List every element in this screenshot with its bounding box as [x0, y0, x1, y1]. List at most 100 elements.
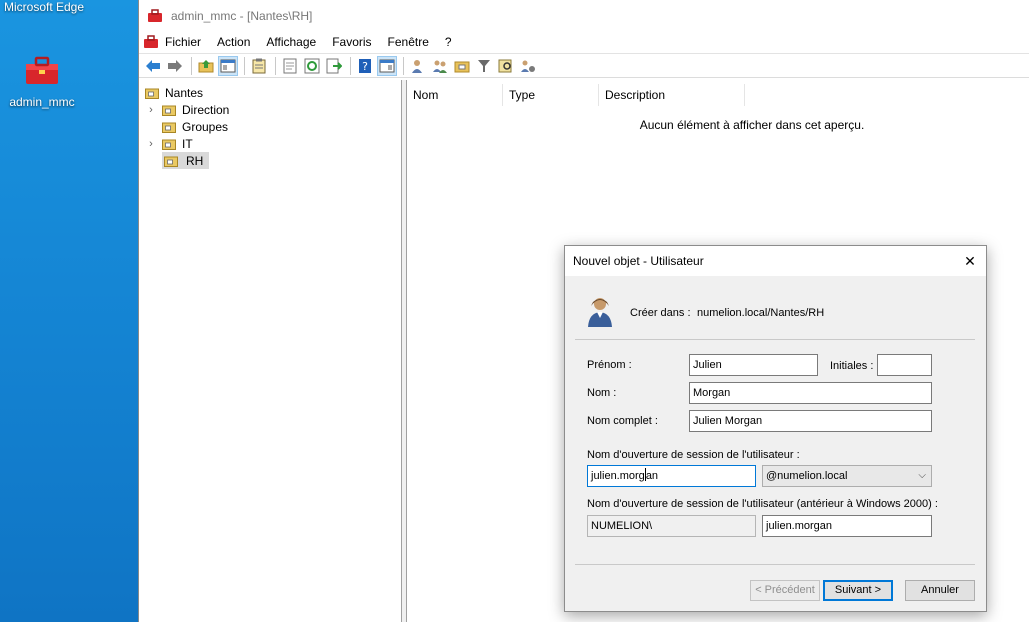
- help-button[interactable]: ?: [355, 56, 375, 76]
- toolbox-icon[interactable]: [143, 34, 159, 50]
- previous-button[interactable]: < Précédent: [750, 580, 820, 601]
- tree-item-rh[interactable]: RH: [162, 152, 210, 169]
- tree-item-nantes[interactable]: Nantes: [145, 84, 203, 101]
- lastname-input[interactable]: Morgan: [689, 382, 932, 404]
- next-button[interactable]: Suivant >: [823, 580, 893, 601]
- organizational-unit-icon: [145, 88, 159, 99]
- menu-fenetre[interactable]: Fenêtre: [380, 35, 437, 49]
- console-tree: Nantes › Direction Groupes › IT RH: [139, 80, 402, 622]
- menu-fichier[interactable]: Fichier: [159, 35, 209, 49]
- menu-favoris[interactable]: Favoris: [324, 35, 379, 49]
- folder-up-icon: [198, 59, 214, 72]
- clipboard-icon: [252, 58, 266, 73]
- menu-action[interactable]: Action: [209, 35, 258, 49]
- logon-name-label: Nom d'ouverture de session de l'utilisat…: [587, 449, 800, 461]
- column-header-nom[interactable]: Nom: [407, 84, 503, 106]
- domain-prefix-field: NUMELION\: [587, 515, 756, 537]
- window-title: admin_mmc - [Nantes\RH]: [171, 9, 313, 23]
- column-header-description[interactable]: Description: [599, 84, 745, 106]
- fullname-label: Nom complet :: [587, 415, 658, 427]
- properties-button[interactable]: [280, 56, 300, 76]
- initials-input[interactable]: [877, 354, 932, 376]
- toolbar: ?: [139, 53, 1029, 78]
- tree-item-groupes[interactable]: Groupes: [146, 118, 228, 135]
- logon-pre2000-input[interactable]: julien.morgan: [762, 515, 932, 537]
- add-to-group-button[interactable]: [518, 56, 538, 76]
- arrow-right-icon: [168, 59, 182, 72]
- show-action-pane-button[interactable]: [377, 55, 397, 76]
- toolbar-separator: [350, 56, 351, 75]
- back-button[interactable]: [143, 56, 163, 76]
- help-icon: ?: [359, 58, 371, 73]
- desktop-edge-label[interactable]: Microsoft Edge: [4, 0, 84, 14]
- tree-item-label: Nantes: [165, 85, 204, 100]
- chevron-right-icon[interactable]: ›: [146, 104, 156, 116]
- logon-pre2000-label: Nom d'ouverture de session de l'utilisat…: [587, 498, 938, 510]
- logon-name-input[interactable]: julien.morgan: [587, 465, 756, 487]
- filter-button[interactable]: [474, 56, 494, 76]
- close-icon[interactable]: ✕: [960, 251, 980, 271]
- fullname-input[interactable]: Julien Morgan: [689, 410, 932, 432]
- console-tree-icon: [220, 59, 236, 72]
- upn-suffix-select[interactable]: @numelion.local ⌵: [762, 465, 932, 487]
- chevron-right-icon[interactable]: ›: [146, 138, 156, 150]
- menu-affichage[interactable]: Affichage: [258, 35, 324, 49]
- forward-button[interactable]: [165, 56, 185, 76]
- tree-item-direction[interactable]: › Direction: [146, 101, 229, 118]
- tree-item-label: IT: [182, 136, 193, 151]
- copy-button[interactable]: [249, 56, 269, 76]
- new-user-dialog: Nouvel objet - Utilisateur ✕ Créer dans …: [564, 245, 987, 612]
- empty-results-message: Aucun élément à afficher dans cet aperçu…: [639, 118, 865, 132]
- dialog-separator: [575, 339, 975, 340]
- new-user-button[interactable]: [408, 56, 428, 76]
- tree-item-label: Groupes: [182, 119, 229, 134]
- find-button[interactable]: [496, 56, 516, 76]
- add-to-group-icon: [521, 60, 535, 72]
- dialog-title: Nouvel objet - Utilisateur: [573, 254, 704, 268]
- create-in-path: numelion.local/Nantes/RH: [697, 307, 825, 319]
- user-icon: [412, 59, 422, 73]
- lastname-label: Nom :: [587, 387, 617, 399]
- dialog-separator: [575, 564, 975, 565]
- create-in-label: Créer dans :: [630, 307, 691, 319]
- tree-item-label: Direction: [182, 102, 230, 117]
- toolbar-separator: [244, 56, 245, 75]
- column-header-type[interactable]: Type: [503, 84, 599, 106]
- export-icon: [326, 58, 342, 73]
- cancel-button[interactable]: Annuler: [905, 580, 975, 601]
- dialog-titlebar[interactable]: Nouvel objet - Utilisateur ✕: [565, 246, 986, 276]
- refresh-button[interactable]: [302, 56, 322, 76]
- tree-item-label: RH: [186, 153, 204, 168]
- organizational-unit-icon: [162, 122, 176, 133]
- action-pane-icon: [379, 59, 395, 72]
- export-list-button[interactable]: [324, 56, 344, 76]
- window-titlebar[interactable]: admin_mmc - [Nantes\RH]: [139, 0, 1029, 32]
- filter-icon: [478, 59, 490, 72]
- organizational-unit-icon: [162, 139, 176, 150]
- organizational-unit-icon: [164, 156, 178, 167]
- desktop-shortcut-label: admin_mmc: [9, 95, 75, 109]
- properties-icon: [283, 58, 297, 73]
- toolbar-separator: [191, 56, 192, 75]
- new-group-button[interactable]: [430, 56, 450, 76]
- new-ou-button[interactable]: [452, 56, 472, 76]
- menu-bar: Fichier Action Affichage Favoris Fenêtre…: [139, 32, 1029, 52]
- refresh-icon: [304, 58, 320, 73]
- user-icon: [588, 298, 612, 327]
- desktop-shortcut-admin-mmc[interactable]: admin_mmc: [6, 50, 78, 109]
- firstname-input[interactable]: Julien: [689, 354, 818, 376]
- upn-suffix-value: @numelion.local: [766, 470, 848, 482]
- toolbar-separator: [275, 56, 276, 75]
- show-hide-console-tree-button[interactable]: [218, 55, 238, 76]
- organizational-unit-icon: [454, 61, 470, 72]
- initials-label: Initiales :: [830, 360, 874, 372]
- organizational-unit-icon: [162, 105, 176, 116]
- group-icon: [433, 60, 447, 73]
- tree-item-it[interactable]: › IT: [146, 135, 193, 152]
- menu-help[interactable]: ?: [437, 35, 460, 49]
- arrow-left-icon: [146, 59, 160, 72]
- logon-name-text-after-caret: an: [645, 470, 659, 482]
- toolbox-icon: [26, 56, 58, 84]
- svg-text:?: ?: [362, 60, 368, 73]
- up-level-button[interactable]: [196, 56, 216, 76]
